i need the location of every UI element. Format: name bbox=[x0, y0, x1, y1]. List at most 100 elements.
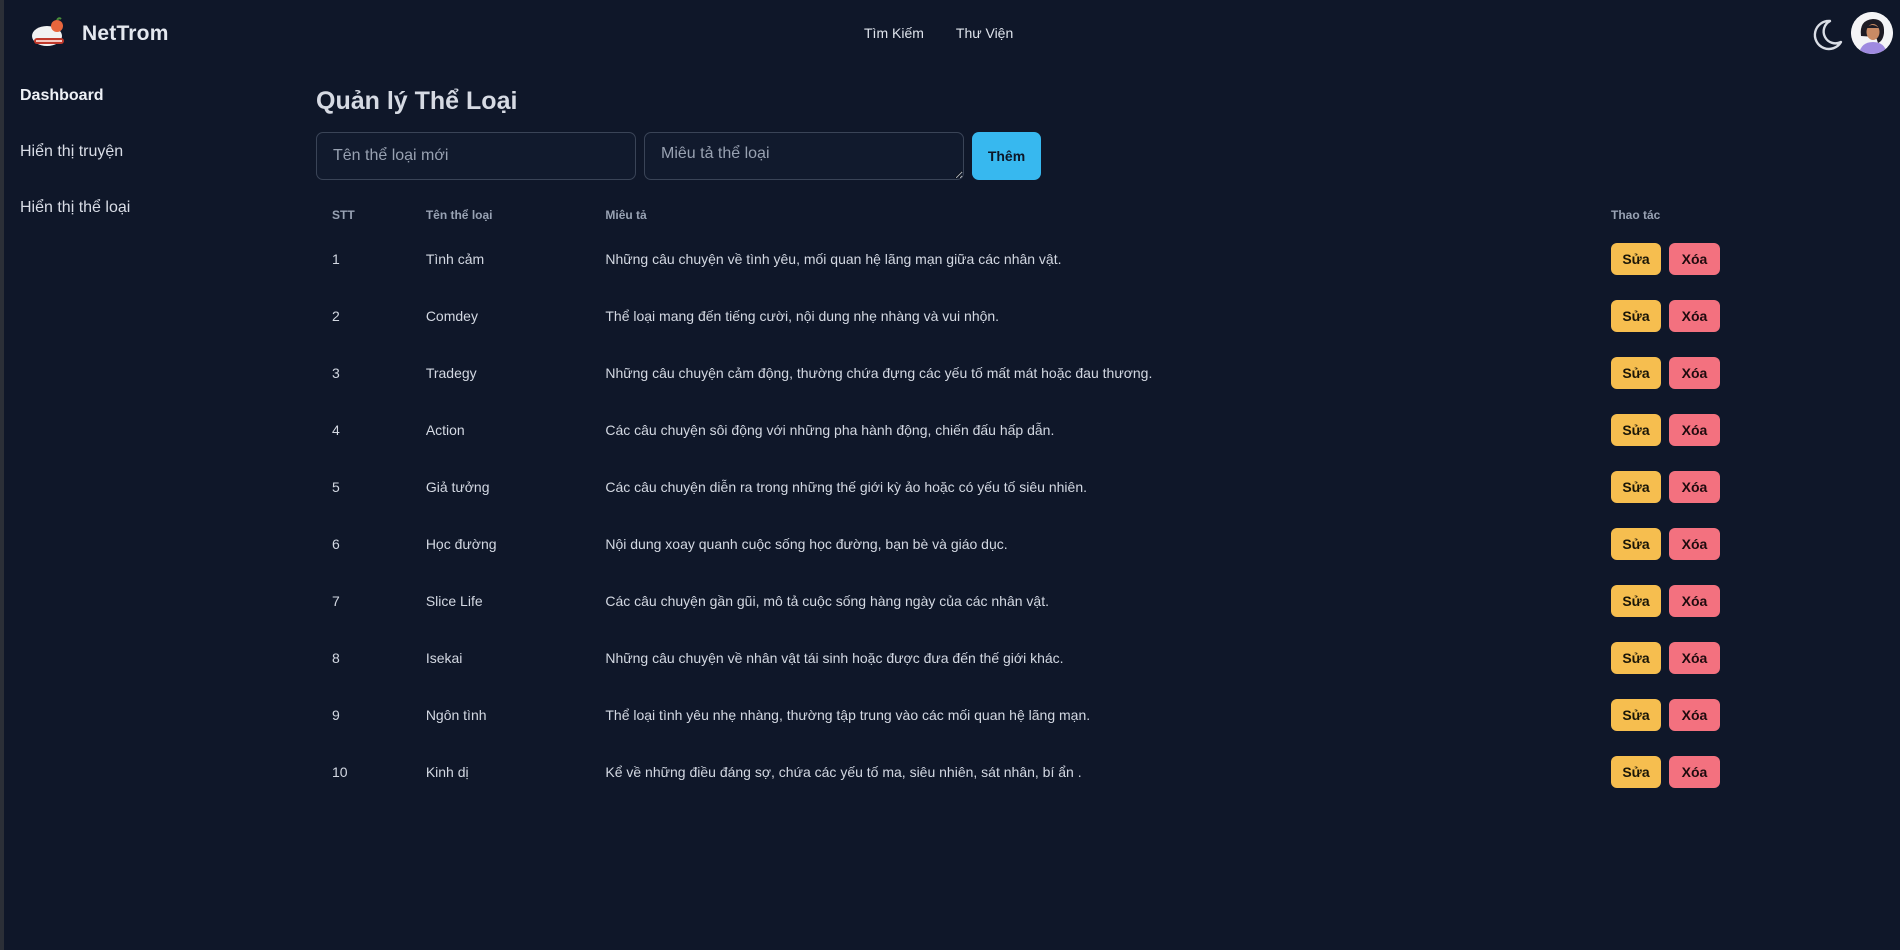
cell-stt: 1 bbox=[332, 250, 340, 267]
genre-description-input[interactable] bbox=[644, 132, 964, 180]
cell-actions: Sửa Xóa bbox=[1595, 401, 1736, 458]
row-actions: Sửa Xóa bbox=[1610, 641, 1720, 674]
cell-actions: Sửa Xóa bbox=[1595, 287, 1736, 344]
edit-button[interactable]: Sửa bbox=[1610, 356, 1661, 389]
edit-button[interactable]: Sửa bbox=[1610, 698, 1661, 731]
delete-button[interactable]: Xóa bbox=[1668, 413, 1720, 446]
edit-button[interactable]: Sửa bbox=[1610, 527, 1661, 560]
table-row: 2 Comdey Thể loại mang đến tiếng cười, nội… bbox=[316, 287, 1736, 344]
moon-icon[interactable] bbox=[1808, 16, 1846, 54]
main-content: Quản lý Thể Loại Thêm STT Tên thể loại M… bbox=[316, 84, 1736, 800]
row-actions: Sửa Xóa bbox=[1610, 413, 1720, 446]
brand-link[interactable]: NetTrom bbox=[30, 16, 169, 52]
cell-actions: Sửa Xóa bbox=[1595, 572, 1736, 629]
cell-actions: Sửa Xóa bbox=[1595, 230, 1736, 287]
user-avatar[interactable] bbox=[1851, 12, 1893, 54]
top-navbar: NetTrom Tìm Kiếm Thư Viện bbox=[4, 0, 1900, 70]
cell-actions: Sửa Xóa bbox=[1595, 458, 1736, 515]
cell-stt: 8 bbox=[332, 649, 340, 666]
row-actions: Sửa Xóa bbox=[1610, 584, 1720, 617]
cell-genre-name: Comdey bbox=[425, 307, 478, 324]
cell-stt: 10 bbox=[332, 763, 348, 780]
row-actions: Sửa Xóa bbox=[1610, 470, 1720, 503]
edit-button[interactable]: Sửa bbox=[1610, 413, 1661, 446]
cell-genre-description: Các câu chuyện gần gũi, mô tả cuộc sống … bbox=[605, 592, 1049, 609]
delete-button[interactable]: Xóa bbox=[1668, 755, 1720, 788]
table-body: 1 Tình cảm Những câu chuyện về tình yêu, m… bbox=[316, 230, 1736, 800]
cell-stt: 4 bbox=[332, 421, 340, 438]
cell-stt: 2 bbox=[332, 307, 340, 324]
cell-genre-name: Tradegy bbox=[425, 364, 477, 381]
logo-icon bbox=[30, 16, 70, 52]
delete-button[interactable]: Xóa bbox=[1668, 299, 1720, 332]
page-title: Quản lý Thể Loại bbox=[316, 87, 518, 115]
edit-button[interactable]: Sửa bbox=[1610, 299, 1661, 332]
cell-genre-description: Các câu chuyện diễn ra trong những thế g… bbox=[605, 478, 1087, 495]
sidebar-item-show-genres[interactable]: Hiển thị thể loại bbox=[20, 196, 250, 252]
edit-button[interactable]: Sửa bbox=[1610, 755, 1661, 788]
table-row: 10 Kinh dị Kể về những điều đáng sợ, chứa … bbox=[316, 743, 1736, 800]
delete-button[interactable]: Xóa bbox=[1668, 242, 1720, 275]
table-row: 8 Isekai Những câu chuyện về nhân vật tái … bbox=[316, 629, 1736, 686]
cell-stt: 6 bbox=[332, 535, 340, 552]
cell-actions: Sửa Xóa bbox=[1595, 515, 1736, 572]
cell-genre-description: Nội dung xoay quanh cuộc sống học đường,… bbox=[605, 535, 1008, 552]
add-genre-button[interactable]: Thêm bbox=[972, 132, 1041, 180]
cell-genre-description: Những câu chuyện cảm động, thường chứa đ… bbox=[605, 364, 1153, 381]
top-nav: Tìm Kiếm Thư Viện bbox=[864, 25, 1013, 41]
row-actions: Sửa Xóa bbox=[1610, 698, 1720, 731]
cell-genre-name: Tình cảm bbox=[425, 250, 485, 267]
cell-genre-name: Kinh dị bbox=[425, 763, 469, 780]
cell-actions: Sửa Xóa bbox=[1595, 629, 1736, 686]
cell-actions: Sửa Xóa bbox=[1595, 344, 1736, 401]
edit-button[interactable]: Sửa bbox=[1610, 584, 1661, 617]
genre-name-input[interactable] bbox=[316, 132, 636, 180]
add-genre-form: Thêm bbox=[316, 132, 1736, 180]
delete-button[interactable]: Xóa bbox=[1668, 470, 1720, 503]
table-row: 3 Tradegy Những câu chuyện cảm động, thườn… bbox=[316, 344, 1736, 401]
cell-stt: 7 bbox=[332, 592, 340, 609]
cell-stt: 5 bbox=[332, 478, 340, 495]
column-header-description: Miêu tả bbox=[605, 208, 647, 222]
cell-genre-description: Những câu chuyện về nhân vật tái sinh ho… bbox=[605, 649, 1064, 666]
edit-button[interactable]: Sửa bbox=[1610, 641, 1661, 674]
delete-button[interactable]: Xóa bbox=[1668, 356, 1720, 389]
row-actions: Sửa Xóa bbox=[1610, 242, 1720, 275]
cell-stt: 3 bbox=[332, 364, 340, 381]
table-row: 9 Ngôn tình Thể loại tình yêu nhẹ nhàng, t… bbox=[316, 686, 1736, 743]
table-row: 7 Slice Life Các câu chuyện gần gũi, mô tả… bbox=[316, 572, 1736, 629]
delete-button[interactable]: Xóa bbox=[1668, 584, 1720, 617]
sidebar-item-dashboard[interactable]: Dashboard bbox=[20, 84, 250, 140]
cell-genre-description: Thể loại tình yêu nhẹ nhàng, thường tập … bbox=[605, 706, 1091, 723]
cell-genre-name: Slice Life bbox=[425, 592, 483, 609]
cell-genre-name: Action bbox=[425, 421, 465, 438]
table-row: 5 Giả tưởng Các câu chuyện diễn ra trong n… bbox=[316, 458, 1736, 515]
table-row: 6 Học đường Nội dung xoay quanh cuộc sống … bbox=[316, 515, 1736, 572]
nav-library-link[interactable]: Thư Viện bbox=[956, 25, 1013, 41]
delete-button[interactable]: Xóa bbox=[1668, 641, 1720, 674]
brand-name: NetTrom bbox=[82, 22, 169, 45]
cell-genre-description: Những câu chuyện về tình yêu, mối quan h… bbox=[605, 250, 1062, 267]
cell-genre-description: Kể về những điều đáng sợ, chứa các yếu t… bbox=[605, 763, 1082, 780]
genre-table: STT Tên thể loại Miêu tả Thao tác 1 Tình … bbox=[316, 200, 1736, 800]
sidebar-item-show-stories[interactable]: Hiển thị truyện bbox=[20, 140, 250, 196]
table-header-row: STT Tên thể loại Miêu tả Thao tác bbox=[316, 200, 1736, 230]
column-header-name: Tên thể loại bbox=[425, 208, 493, 222]
sidebar: Dashboard Hiển thị truyện Hiển thị thể l… bbox=[20, 84, 250, 252]
nav-search-link[interactable]: Tìm Kiếm bbox=[864, 25, 924, 41]
row-actions: Sửa Xóa bbox=[1610, 527, 1720, 560]
edit-button[interactable]: Sửa bbox=[1610, 242, 1661, 275]
cell-actions: Sửa Xóa bbox=[1595, 686, 1736, 743]
cell-genre-description: Các câu chuyện sôi động với những pha hà… bbox=[605, 421, 1055, 438]
table-row: 4 Action Các câu chuyện sôi động với những… bbox=[316, 401, 1736, 458]
row-actions: Sửa Xóa bbox=[1610, 356, 1720, 389]
delete-button[interactable]: Xóa bbox=[1668, 698, 1720, 731]
edit-button[interactable]: Sửa bbox=[1610, 470, 1661, 503]
cell-actions: Sửa Xóa bbox=[1595, 743, 1736, 800]
cell-genre-description: Thể loại mang đến tiếng cười, nội dung n… bbox=[605, 307, 1000, 324]
column-header-actions: Thao tác bbox=[1610, 208, 1661, 222]
cell-genre-name: Ngôn tình bbox=[425, 706, 487, 723]
delete-button[interactable]: Xóa bbox=[1668, 527, 1720, 560]
cell-genre-name: Học đường bbox=[425, 535, 497, 552]
row-actions: Sửa Xóa bbox=[1610, 755, 1720, 788]
